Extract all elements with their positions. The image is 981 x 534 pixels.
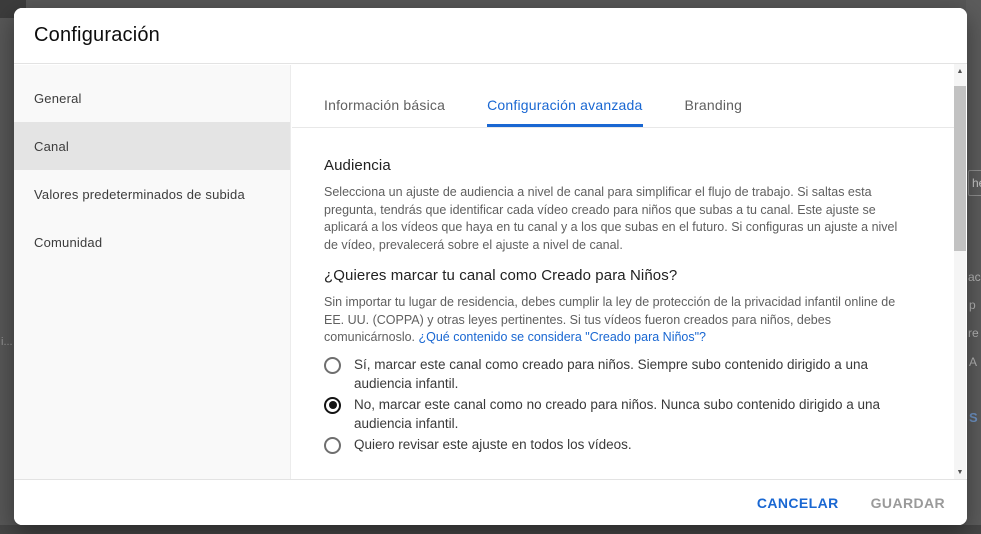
backdrop-text-fragment: ac [968, 270, 981, 284]
radio-option-no-kids[interactable]: No, marcar este canal como no creado par… [324, 395, 911, 433]
radio-option-review-each[interactable]: Quiero revisar este ajuste en todos los … [324, 435, 911, 454]
scrollbar-track[interactable] [954, 78, 966, 465]
kids-question-description: Sin importar tu lugar de residencia, deb… [324, 294, 911, 347]
backdrop-bottom-strip [0, 525, 981, 534]
audience-section: Audiencia Selecciona un ajuste de audien… [292, 157, 927, 454]
tab-configuracion-avanzada[interactable]: Configuración avanzada [487, 97, 642, 127]
dialog-title: Configuración [34, 24, 160, 47]
sidebar-item-comunidad[interactable]: Comunidad [14, 218, 290, 266]
radio-unselected-icon[interactable] [324, 357, 341, 374]
save-button[interactable]: GUARDAR [871, 495, 945, 511]
backdrop-text-fragment: re [968, 326, 979, 340]
backdrop-text-fragment: i... [1, 336, 13, 348]
audience-heading: Audiencia [324, 157, 911, 174]
radio-option-label: No, marcar este canal como no creado par… [354, 395, 911, 433]
dialog-header: Configuración [14, 8, 967, 64]
radio-option-label: Sí, marcar este canal como creado para n… [354, 355, 911, 393]
kids-content-help-link[interactable]: ¿Qué contenido se considera "Creado para… [419, 330, 707, 344]
sidebar-item-canal[interactable]: Canal [14, 122, 290, 170]
cancel-button[interactable]: CANCELAR [757, 495, 839, 511]
backdrop-link-fragment: S [969, 410, 978, 425]
scroll-down-icon[interactable]: ▼ [954, 465, 966, 479]
channel-tabs: Información básica Configuración avanzad… [292, 65, 955, 128]
settings-content: Información básica Configuración avanzad… [292, 65, 927, 479]
radio-unselected-icon[interactable] [324, 437, 341, 454]
backdrop-text-fragment: he [968, 170, 981, 196]
settings-sidebar: General Canal Valores predeterminados de… [14, 65, 291, 479]
radio-option-label: Quiero revisar este ajuste en todos los … [354, 435, 632, 454]
scroll-up-icon[interactable]: ▲ [954, 64, 966, 78]
dialog-footer: CANCELAR GUARDAR [14, 479, 967, 525]
sidebar-item-general[interactable]: General [14, 74, 290, 122]
kids-question-heading: ¿Quieres marcar tu canal como Creado par… [324, 267, 911, 284]
radio-selected-icon[interactable] [324, 397, 341, 414]
settings-dialog: Configuración General Canal Valores pred… [14, 8, 967, 525]
backdrop-text-fragment: p [969, 298, 976, 312]
audience-radio-group: Sí, marcar este canal como creado para n… [324, 355, 911, 454]
tab-informacion-basica[interactable]: Información básica [324, 97, 445, 127]
scrollbar-thumb[interactable] [954, 86, 966, 251]
radio-option-yes-kids[interactable]: Sí, marcar este canal como creado para n… [324, 355, 911, 393]
content-scrollbar[interactable]: ▲ ▼ [954, 64, 966, 479]
sidebar-item-valores-predeterminados[interactable]: Valores predeterminados de subida [14, 170, 290, 218]
backdrop-right-column [966, 0, 981, 534]
audience-description: Selecciona un ajuste de audiencia a nive… [324, 184, 911, 254]
backdrop-text-fragment: A [969, 355, 977, 369]
tab-branding[interactable]: Branding [685, 97, 743, 127]
